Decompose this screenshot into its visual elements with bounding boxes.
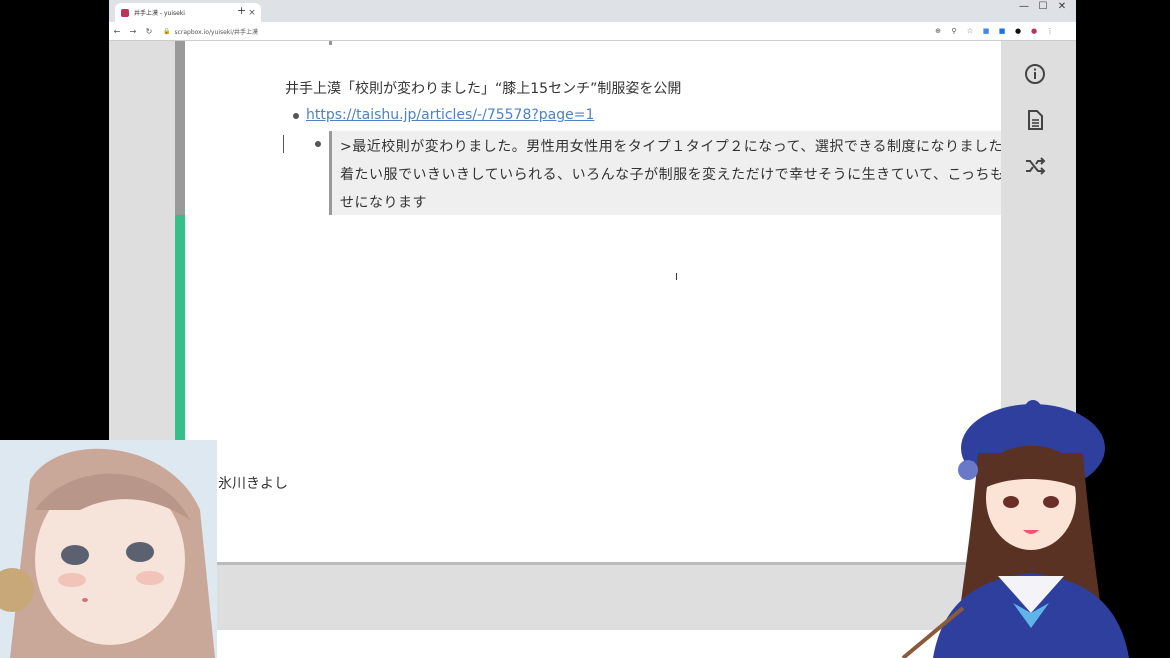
zoom-icon[interactable]: ⚲ xyxy=(949,27,959,35)
extension-icon-2[interactable]: ■ xyxy=(997,27,1007,35)
info-icon[interactable] xyxy=(1024,63,1046,85)
tab-close-icon[interactable]: × xyxy=(247,8,257,18)
mouse-ibeam-icon: I xyxy=(675,272,678,283)
maximize-icon[interactable]: ☐ xyxy=(1035,1,1051,12)
tab-title: 井手上漠 - yuiseki xyxy=(134,10,185,17)
shuffle-random-icon[interactable] xyxy=(1024,155,1046,177)
vtuber-avatar-right xyxy=(893,398,1138,658)
avatar-illustration-left xyxy=(0,440,217,658)
back-arrow-icon[interactable]: ← xyxy=(109,27,125,36)
tab-strip: 井手上漠 - yuiseki × + — ☐ ✕ xyxy=(109,0,1076,22)
article-link[interactable]: https://taishu.jp/articles/-/75578?page=… xyxy=(306,107,594,123)
bullet-dot-nested xyxy=(315,141,321,147)
reload-icon[interactable]: ↻ xyxy=(141,27,157,36)
text-cursor xyxy=(283,135,284,153)
bullet-dot xyxy=(293,113,299,119)
quote-stub xyxy=(329,41,332,45)
toolbar-icons: ⊕ ⚲ ☆ ■ ■ ● ● ⋮ xyxy=(933,27,1055,35)
favicon-icon xyxy=(121,8,129,17)
profile-avatar-icon[interactable]: ● xyxy=(1029,27,1039,35)
address-bar[interactable]: 🔒 scrapbox.io/yuiseki/井手上漠 xyxy=(163,27,923,36)
extension-icon-3[interactable]: ● xyxy=(1013,27,1023,35)
quote-text: >最近校則が変わりました。男性用女性用をタイプ１タイプ２になって、選択できる制度… xyxy=(340,139,1019,211)
close-window-icon[interactable]: ✕ xyxy=(1054,1,1070,12)
page-heading[interactable]: 井手上漠「校則が変わりました」“膝上15センチ”制服姿を公開 xyxy=(285,78,681,98)
page-body: 井手上漠「校則が変わりました」“膝上15センチ”制服姿を公開 https://t… xyxy=(175,41,1027,562)
below-page-area xyxy=(217,565,1001,630)
extension-icon-1[interactable]: ■ xyxy=(981,27,991,35)
lock-icon: 🔒 xyxy=(163,27,171,35)
forward-arrow-icon[interactable]: → xyxy=(125,27,141,36)
quote-block[interactable]: >最近校則が変わりました。男性用女性用をタイプ１タイプ２になって、選択できる制度… xyxy=(329,131,1027,215)
browser-toolbar: ← → ↻ 🔒 scrapbox.io/yuiseki/井手上漠 ⊕ ⚲ ☆ ■… xyxy=(109,22,1076,41)
line-indicator-gray xyxy=(175,41,185,215)
page-document-icon[interactable] xyxy=(1024,109,1046,131)
author-caption: 氷川きよし xyxy=(218,476,288,492)
minimize-icon[interactable]: — xyxy=(1016,1,1032,12)
url-text: scrapbox.io/yuiseki/井手上漠 xyxy=(174,28,258,36)
bookmark-star-icon[interactable]: ☆ xyxy=(965,27,975,35)
location-icon[interactable]: ⊕ xyxy=(933,27,943,35)
new-tab-icon[interactable]: + xyxy=(237,4,246,17)
menu-kebab-icon[interactable]: ⋮ xyxy=(1045,27,1055,35)
